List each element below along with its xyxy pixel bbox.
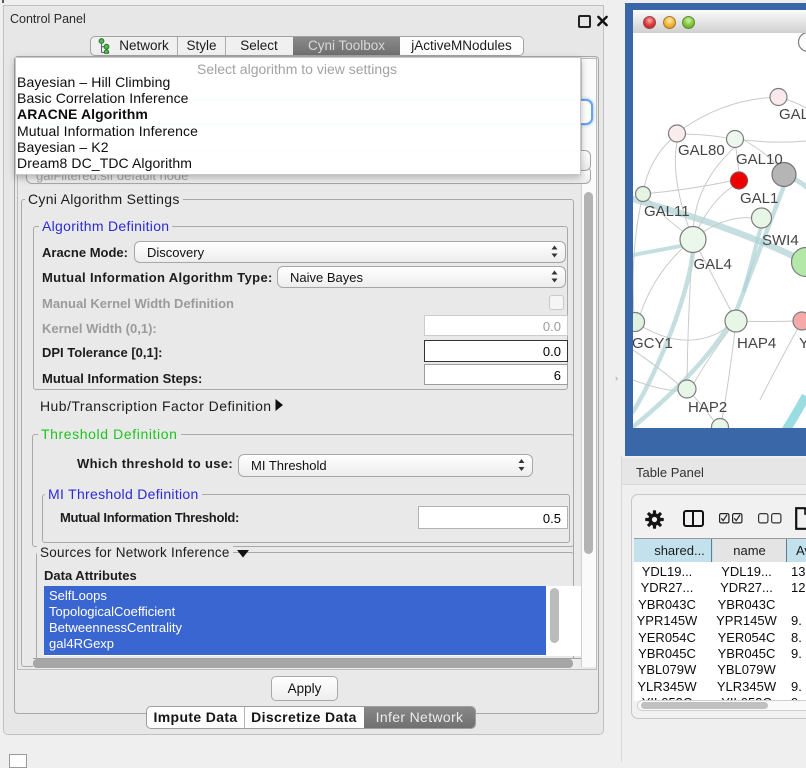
svg-text:GCY1: GCY1 (633, 335, 673, 352)
svg-text:GAL11: GAL11 (644, 203, 690, 220)
svg-text:YM: YM (799, 335, 806, 352)
svg-text:GAL1: GAL1 (740, 190, 778, 207)
svg-text:GAL10: GAL10 (736, 151, 783, 168)
svg-text:HAP2: HAP2 (688, 399, 727, 416)
svg-text:GAL2: GAL2 (779, 106, 806, 123)
svg-text:GAL80: GAL80 (678, 142, 725, 159)
svg-text:SWI4: SWI4 (762, 232, 799, 249)
svg-text:GAL4: GAL4 (694, 256, 732, 273)
svg-text:HAP4: HAP4 (737, 335, 776, 352)
